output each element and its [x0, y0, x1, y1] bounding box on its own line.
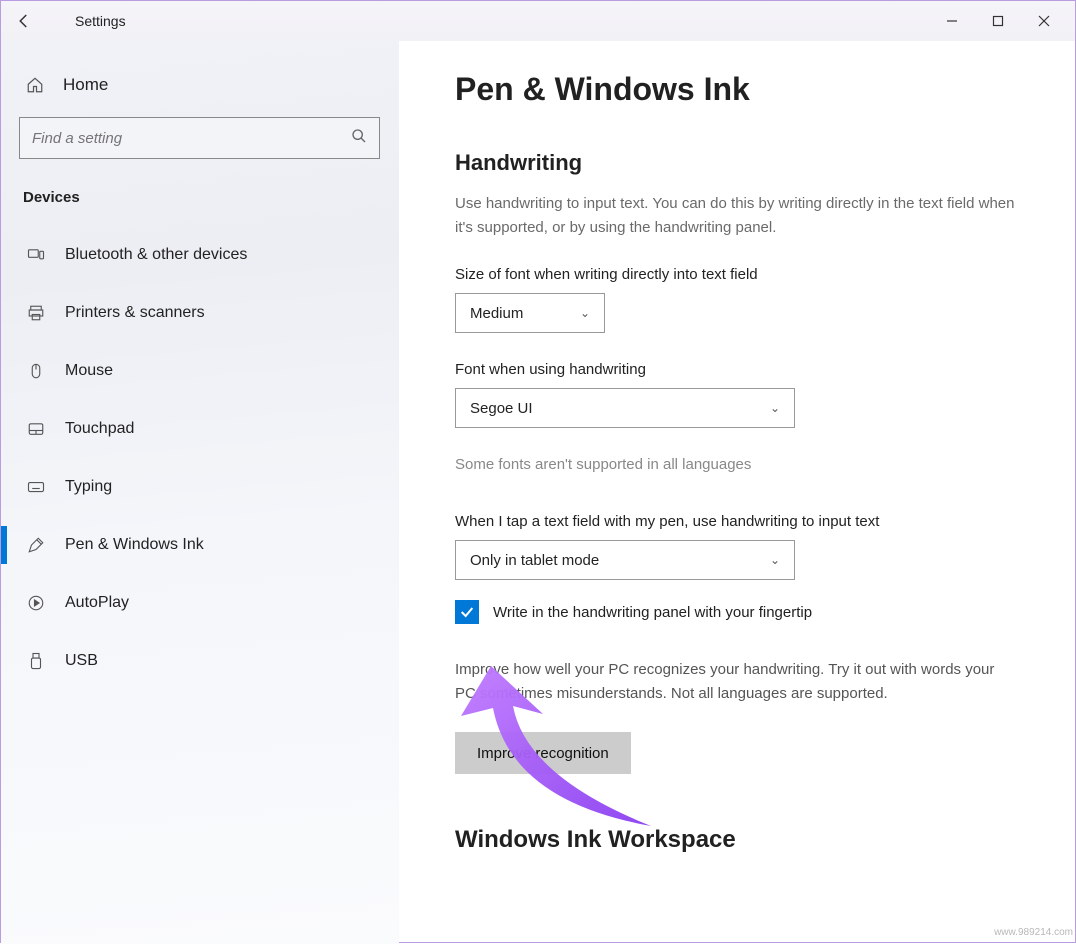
tap-select[interactable]: Only in tablet mode ⌄ [455, 540, 795, 580]
font-select[interactable]: Segoe UI ⌄ [455, 388, 795, 428]
sidebar-item-printers[interactable]: Printers & scanners [19, 284, 380, 342]
sidebar-item-touchpad[interactable]: Touchpad [19, 400, 380, 458]
watermark: www.989214.com [994, 927, 1073, 938]
sidebar-item-autoplay[interactable]: AutoPlay [19, 574, 380, 632]
sidebar-item-mouse[interactable]: Mouse [19, 342, 380, 400]
font-hint: Some fonts aren't supported in all langu… [455, 456, 1025, 473]
maximize-button[interactable] [975, 5, 1021, 37]
tap-value: Only in tablet mode [470, 552, 599, 569]
workspace-heading: Windows Ink Workspace [455, 826, 1025, 854]
sidebar-item-pen[interactable]: Pen & Windows Ink [19, 516, 380, 574]
checkbox-checked-icon [455, 600, 479, 624]
sidebar-item-label: Bluetooth & other devices [65, 246, 247, 264]
printer-icon [25, 304, 47, 322]
font-value: Segoe UI [470, 400, 533, 417]
handwriting-heading: Handwriting [455, 150, 1025, 176]
content-panel: Pen & Windows Ink Handwriting Use handwr… [399, 41, 1075, 944]
fingertip-checkbox-row[interactable]: Write in the handwriting panel with your… [455, 600, 1025, 624]
font-size-label: Size of font when writing directly into … [455, 266, 1025, 283]
improve-description: Improve how well your PC recognizes your… [455, 658, 1015, 706]
category-heading: Devices [23, 189, 376, 206]
sidebar: Home Devices Bluetooth & other devices P… [1, 41, 399, 944]
sidebar-item-usb[interactable]: USB [19, 632, 380, 690]
sidebar-item-label: USB [65, 652, 98, 670]
keyboard-icon [25, 478, 47, 496]
search-box[interactable] [19, 117, 380, 159]
minimize-button[interactable] [929, 5, 975, 37]
search-icon [351, 128, 367, 149]
sidebar-item-label: Printers & scanners [65, 304, 205, 322]
usb-icon [25, 652, 47, 670]
chevron-down-icon: ⌄ [580, 306, 590, 320]
autoplay-icon [25, 594, 47, 612]
close-button[interactable] [1021, 5, 1067, 37]
font-size-select[interactable]: Medium ⌄ [455, 293, 605, 333]
fingertip-checkbox-label: Write in the handwriting panel with your… [493, 604, 812, 621]
tap-label: When I tap a text field with my pen, use… [455, 513, 1025, 530]
chevron-down-icon: ⌄ [770, 553, 780, 567]
home-link[interactable]: Home [19, 61, 380, 117]
sidebar-item-label: Typing [65, 478, 112, 496]
font-size-value: Medium [470, 305, 523, 322]
pen-icon [25, 536, 47, 554]
sidebar-item-typing[interactable]: Typing [19, 458, 380, 516]
handwriting-description: Use handwriting to input text. You can d… [455, 192, 1015, 240]
sidebar-item-label: AutoPlay [65, 594, 129, 612]
home-label: Home [63, 75, 108, 95]
window-title: Settings [75, 13, 126, 29]
search-input[interactable] [32, 130, 351, 147]
devices-icon [25, 246, 47, 264]
sidebar-item-bluetooth[interactable]: Bluetooth & other devices [19, 226, 380, 284]
chevron-down-icon: ⌄ [770, 401, 780, 415]
mouse-icon [25, 362, 47, 380]
touchpad-icon [25, 420, 47, 438]
sidebar-item-label: Mouse [65, 362, 113, 380]
sidebar-item-label: Pen & Windows Ink [65, 536, 204, 554]
back-button[interactable] [1, 1, 47, 41]
font-label: Font when using handwriting [455, 361, 1025, 378]
home-icon [25, 76, 45, 94]
titlebar: Settings [1, 1, 1075, 41]
page-title: Pen & Windows Ink [455, 71, 1025, 108]
sidebar-item-label: Touchpad [65, 420, 134, 438]
improve-recognition-button[interactable]: Improve recognition [455, 732, 631, 774]
